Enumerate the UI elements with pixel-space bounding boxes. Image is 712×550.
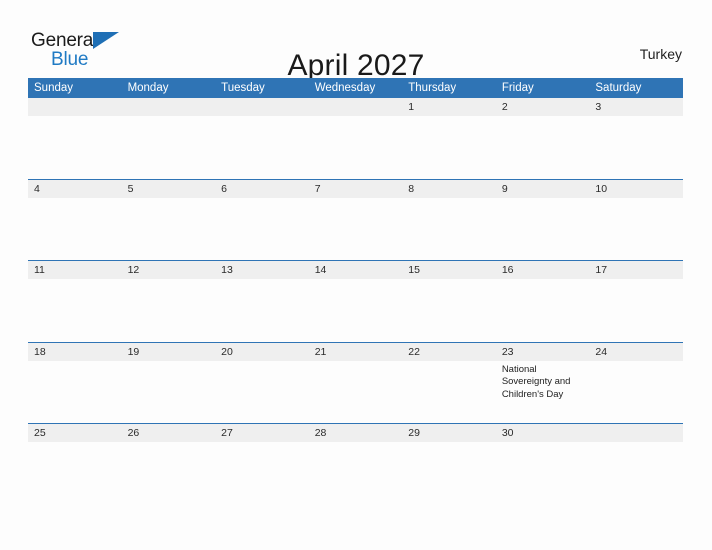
- day-number[interactable]: 7: [309, 180, 403, 198]
- day-number[interactable]: 11: [28, 261, 122, 279]
- day-event-cell[interactable]: [496, 198, 590, 260]
- day-number[interactable]: 28: [309, 424, 403, 442]
- day-number[interactable]: 14: [309, 261, 403, 279]
- day-event-cell[interactable]: [309, 279, 403, 341]
- day-number[interactable]: 5: [122, 180, 216, 198]
- day-number[interactable]: 1: [402, 98, 496, 116]
- calendar-week-row: 18 19 20 21 22 23 24 National Sovereignty and C…: [28, 341, 683, 424]
- day-number[interactable]: 16: [496, 261, 590, 279]
- day-event-cell[interactable]: [589, 361, 683, 423]
- week-events-band: [28, 442, 683, 504]
- day-event-cell[interactable]: [402, 361, 496, 423]
- day-number[interactable]: [122, 98, 216, 116]
- day-event-cell[interactable]: [309, 198, 403, 260]
- day-number[interactable]: 18: [28, 343, 122, 361]
- day-event-cell[interactable]: [402, 198, 496, 260]
- day-event-cell[interactable]: [215, 198, 309, 260]
- day-number[interactable]: 9: [496, 180, 590, 198]
- day-number[interactable]: 17: [589, 261, 683, 279]
- weekday-header-thursday: Thursday: [408, 82, 457, 94]
- day-event-label: National Sovereignty and Children's Day: [501, 363, 571, 401]
- week-events-band: [28, 279, 683, 341]
- day-number[interactable]: [309, 98, 403, 116]
- day-event-cell[interactable]: [28, 442, 122, 504]
- day-event-cell[interactable]: [402, 116, 496, 178]
- day-event-cell[interactable]: [402, 279, 496, 341]
- day-number[interactable]: 25: [28, 424, 122, 442]
- day-event-cell[interactable]: [28, 198, 122, 260]
- day-number[interactable]: 26: [122, 424, 216, 442]
- day-number[interactable]: 13: [215, 261, 309, 279]
- day-number[interactable]: 24: [589, 343, 683, 361]
- day-number[interactable]: 4: [28, 180, 122, 198]
- day-event-cell[interactable]: [28, 116, 122, 178]
- day-event-cell[interactable]: [589, 279, 683, 341]
- day-number[interactable]: 20: [215, 343, 309, 361]
- day-event-cell[interactable]: [402, 442, 496, 504]
- day-event-cell[interactable]: [309, 116, 403, 178]
- day-number[interactable]: 19: [122, 343, 216, 361]
- day-event-cell[interactable]: [589, 198, 683, 260]
- day-event-cell[interactable]: [215, 279, 309, 341]
- calendar-week-row: 123: [28, 98, 683, 179]
- day-event-cell[interactable]: [122, 116, 216, 178]
- week-events-band: [28, 116, 683, 178]
- day-number[interactable]: 27: [215, 424, 309, 442]
- page-header: General Blue April 2027 Turkey: [0, 0, 712, 82]
- country-label: Turkey: [639, 46, 682, 62]
- day-number[interactable]: 3: [589, 98, 683, 116]
- day-event-cell[interactable]: [309, 361, 403, 423]
- day-event-cell[interactable]: [496, 442, 590, 504]
- day-event-cell[interactable]: [215, 116, 309, 178]
- weekday-header-monday: Monday: [127, 82, 169, 94]
- week-dates-band: 11 12 13 14 15 16 17: [28, 261, 683, 279]
- day-number[interactable]: 30: [496, 424, 590, 442]
- weekday-header-tuesday: Tuesday: [221, 82, 265, 94]
- day-event-cell[interactable]: [122, 442, 216, 504]
- weekday-header-saturday: Saturday: [595, 82, 642, 94]
- day-event-cell[interactable]: National Sovereignty and Children's Day: [496, 361, 590, 423]
- day-event-cell[interactable]: [589, 116, 683, 178]
- calendar-grid: Sunday Monday Tuesday Wednesday Thursday Frid…: [28, 78, 683, 505]
- week-dates-band: 25 26 27 28 29 30: [28, 424, 683, 442]
- weekday-header-row: Sunday Monday Tuesday Wednesday Thursday Frid…: [28, 78, 683, 98]
- day-number[interactable]: [28, 98, 122, 116]
- day-number[interactable]: [589, 424, 683, 442]
- day-number[interactable]: 23: [496, 343, 590, 361]
- weekday-header-friday: Friday: [501, 82, 534, 94]
- week-events-band: [28, 197, 683, 260]
- day-number[interactable]: 2: [496, 98, 590, 116]
- day-event-cell[interactable]: [496, 116, 590, 178]
- day-number[interactable]: 21: [309, 343, 403, 361]
- day-number[interactable]: 6: [215, 180, 309, 198]
- day-number[interactable]: 10: [589, 180, 683, 198]
- day-event-cell[interactable]: [215, 361, 309, 423]
- day-event-cell[interactable]: [589, 442, 683, 504]
- day-event-cell[interactable]: [215, 442, 309, 504]
- day-number[interactable]: 29: [402, 424, 496, 442]
- calendar-week-row: 11 12 13 14 15 16 17: [28, 260, 683, 342]
- week-dates-band: 123: [28, 98, 683, 116]
- week-events-band: National Sovereignty and Children's Day: [28, 360, 683, 423]
- calendar-weeks: 1 2 3 4 5 6 7 8 9 10 11 12 13 14 15 16 17 18 19 20 21 22 23 24 N…: [28, 98, 683, 505]
- day-event-cell[interactable]: [122, 198, 216, 260]
- day-number[interactable]: 15: [402, 261, 496, 279]
- day-event-cell[interactable]: [28, 361, 122, 423]
- calendar-week-row: 25 26 27 28 29 30: [28, 423, 683, 505]
- week-dates-band: 18 19 20 21 22 23 24: [28, 342, 683, 361]
- day-number[interactable]: 22: [402, 343, 496, 361]
- week-dates-band: 4 5 6 7 8 9 10: [28, 179, 683, 198]
- day-number[interactable]: [215, 98, 309, 116]
- day-number[interactable]: 12: [122, 261, 216, 279]
- day-event-cell[interactable]: [122, 361, 216, 423]
- day-event-cell[interactable]: [309, 442, 403, 504]
- day-event-cell[interactable]: [28, 279, 122, 341]
- day-event-cell[interactable]: [122, 279, 216, 341]
- weekday-header-sunday: Sunday: [34, 82, 74, 94]
- day-event-cell[interactable]: [496, 279, 590, 341]
- day-number[interactable]: 8: [402, 180, 496, 198]
- weekday-header-wednesday: Wednesday: [314, 82, 376, 94]
- calendar-week-row: 4 5 6 7 8 9 10: [28, 178, 683, 261]
- blue-triangle-flag-icon: [93, 32, 119, 49]
